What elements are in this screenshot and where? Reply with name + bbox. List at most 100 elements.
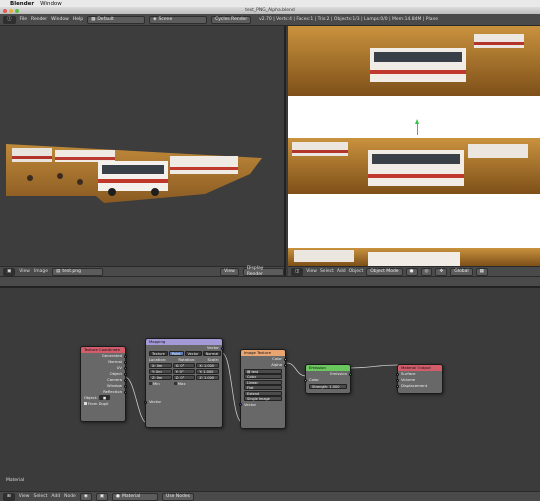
socket-icon[interactable] — [239, 403, 242, 406]
socket-icon[interactable] — [284, 357, 287, 361]
menu-view[interactable]: View — [19, 269, 30, 274]
menu-object[interactable]: Object — [349, 269, 364, 274]
viewport-render — [6, 144, 262, 203]
image-texture-node[interactable]: Image Texture Color Alpha ▤ test Color L… — [239, 349, 287, 429]
minimize-button[interactable] — [9, 8, 13, 13]
socket-label: Vector — [206, 345, 219, 350]
socket-icon[interactable] — [124, 390, 127, 394]
menu-add[interactable]: Add — [337, 269, 346, 274]
projection-select[interactable]: Flat — [244, 385, 282, 390]
socket-icon[interactable] — [124, 384, 127, 388]
extension-select[interactable]: Extend — [244, 390, 282, 396]
socket-icon[interactable] — [124, 378, 127, 382]
menu-window[interactable]: Window — [51, 17, 69, 22]
material-output-node[interactable]: Material Output Surface Volume Displacem… — [396, 364, 443, 394]
tab-texture[interactable]: Texture — [149, 351, 168, 356]
checkbox-icon[interactable] — [84, 402, 87, 405]
render-engine-select[interactable]: Cycles Render — [211, 15, 252, 24]
menu-image[interactable]: Image — [34, 269, 48, 274]
right-viewport[interactable]: ◫ View Select Add Object Object Mode ● ◎… — [288, 26, 540, 276]
scale-x[interactable]: X: 1.000 — [196, 363, 220, 368]
scene-select[interactable]: ◈ Scene — [149, 15, 208, 24]
menu-add[interactable]: Add — [51, 494, 60, 499]
scene-name: Scene — [158, 16, 173, 22]
editor-type-button[interactable]: ⓘ — [3, 15, 16, 24]
menu-file[interactable]: File — [20, 17, 28, 22]
view-select[interactable]: View — [220, 267, 239, 276]
socket-icon[interactable] — [124, 354, 127, 358]
emission-node[interactable]: Emission Emission Color Strength: 1.000 — [304, 364, 352, 394]
menu-select[interactable]: Select — [320, 269, 334, 274]
shader-type-button[interactable]: ◉ — [79, 492, 92, 501]
image-icon: ▤ — [247, 369, 251, 374]
location-z[interactable]: Z: 0m — [149, 375, 172, 380]
menu-select[interactable]: Select — [33, 494, 47, 499]
socket-label: Vector — [244, 401, 257, 407]
material-select[interactable]: ● Material — [112, 492, 159, 501]
menu-node[interactable]: Node — [64, 494, 76, 499]
location-y[interactable]: Y: 0m — [149, 369, 172, 374]
scale-y[interactable]: Y: 1.000 — [196, 369, 220, 374]
texture-coordinate-node[interactable]: Texture Coordinate Generated Normal UV O… — [80, 346, 127, 422]
layout-select[interactable]: ▦ Default — [87, 15, 146, 24]
image-selector[interactable]: ▤ test — [244, 368, 282, 374]
socket-icon[interactable] — [284, 363, 287, 367]
interpolation-select[interactable]: Linear — [244, 379, 282, 385]
object-field[interactable]: ◼ — [98, 395, 111, 400]
rotation-x[interactable]: X: 0° — [172, 363, 196, 368]
menu-help[interactable]: Help — [73, 17, 83, 22]
layers-grid[interactable]: ▦ — [475, 267, 488, 276]
image-select[interactable]: ▤ test.png — [52, 267, 103, 276]
gizmo-arrow-icon[interactable] — [415, 119, 419, 124]
socket-icon[interactable] — [144, 400, 147, 404]
socket-icon[interactable] — [124, 372, 127, 376]
zoom-button[interactable] — [15, 8, 19, 13]
strength-field[interactable]: Strength: 1.000 — [309, 383, 347, 389]
tab-normal[interactable]: Normal — [202, 351, 222, 356]
socket-icon[interactable] — [396, 384, 399, 388]
close-button[interactable] — [3, 8, 7, 13]
node-editor[interactable]: Texture Coordinate Generated Normal UV O… — [0, 286, 540, 491]
socket-icon[interactable] — [396, 372, 399, 376]
orientation-select[interactable]: Global — [450, 267, 473, 276]
object-type-button[interactable]: ▣ — [95, 492, 109, 501]
color-space-select[interactable]: Color — [244, 374, 282, 379]
shading-select[interactable]: ● — [405, 267, 418, 276]
source-select[interactable]: Single Image — [244, 396, 282, 401]
socket-label: UV — [116, 365, 122, 370]
manipulator-toggle[interactable]: ✥ — [435, 267, 448, 276]
socket-icon[interactable] — [124, 360, 127, 364]
rotation-y[interactable]: Y: 0° — [172, 369, 196, 374]
editor-type-button[interactable]: ⊞ — [3, 492, 15, 501]
socket-icon[interactable] — [304, 378, 307, 382]
socket-icon[interactable] — [124, 366, 127, 370]
gizmo-axis-y[interactable] — [417, 123, 418, 135]
bus-far — [292, 142, 348, 156]
location-x[interactable]: X: 0m — [149, 363, 172, 368]
socket-label: Camera — [107, 377, 122, 382]
menu-view[interactable]: View — [19, 494, 30, 499]
socket-icon[interactable] — [221, 346, 224, 350]
editor-type-button[interactable]: ◫ — [291, 267, 304, 276]
window-menu[interactable]: Window — [40, 1, 62, 7]
tab-point[interactable]: Point — [168, 351, 184, 356]
use-nodes-label: Use Nodes — [166, 493, 190, 499]
menu-render[interactable]: Render — [31, 17, 47, 22]
use-nodes-toggle[interactable]: Use Nodes — [162, 492, 194, 501]
mode-select[interactable]: Object Mode — [366, 267, 403, 276]
socket-icon[interactable] — [396, 378, 399, 382]
socket-icon[interactable] — [349, 372, 352, 376]
pivot-select[interactable]: ◎ — [420, 267, 433, 276]
rotation-z[interactable]: Z: 0° — [172, 375, 196, 380]
menu-view[interactable]: View — [306, 269, 317, 274]
bus-stripe — [370, 70, 466, 74]
left-viewport[interactable]: ▣ View Image ▤ test.png View Display Rend… — [0, 26, 286, 276]
app-menu[interactable]: Blender — [10, 1, 34, 7]
pedestrian — [57, 173, 63, 179]
display-mode-select[interactable]: Display Render — [242, 266, 284, 276]
scale-z[interactable]: Z: 1.000 — [196, 375, 220, 380]
tab-vector[interactable]: Vector — [184, 351, 202, 356]
mapping-node[interactable]: Mapping Vector Texture Point Vector Norm… — [144, 338, 224, 428]
editor-type-button[interactable]: ▣ — [3, 267, 16, 276]
window-controls — [3, 8, 19, 13]
